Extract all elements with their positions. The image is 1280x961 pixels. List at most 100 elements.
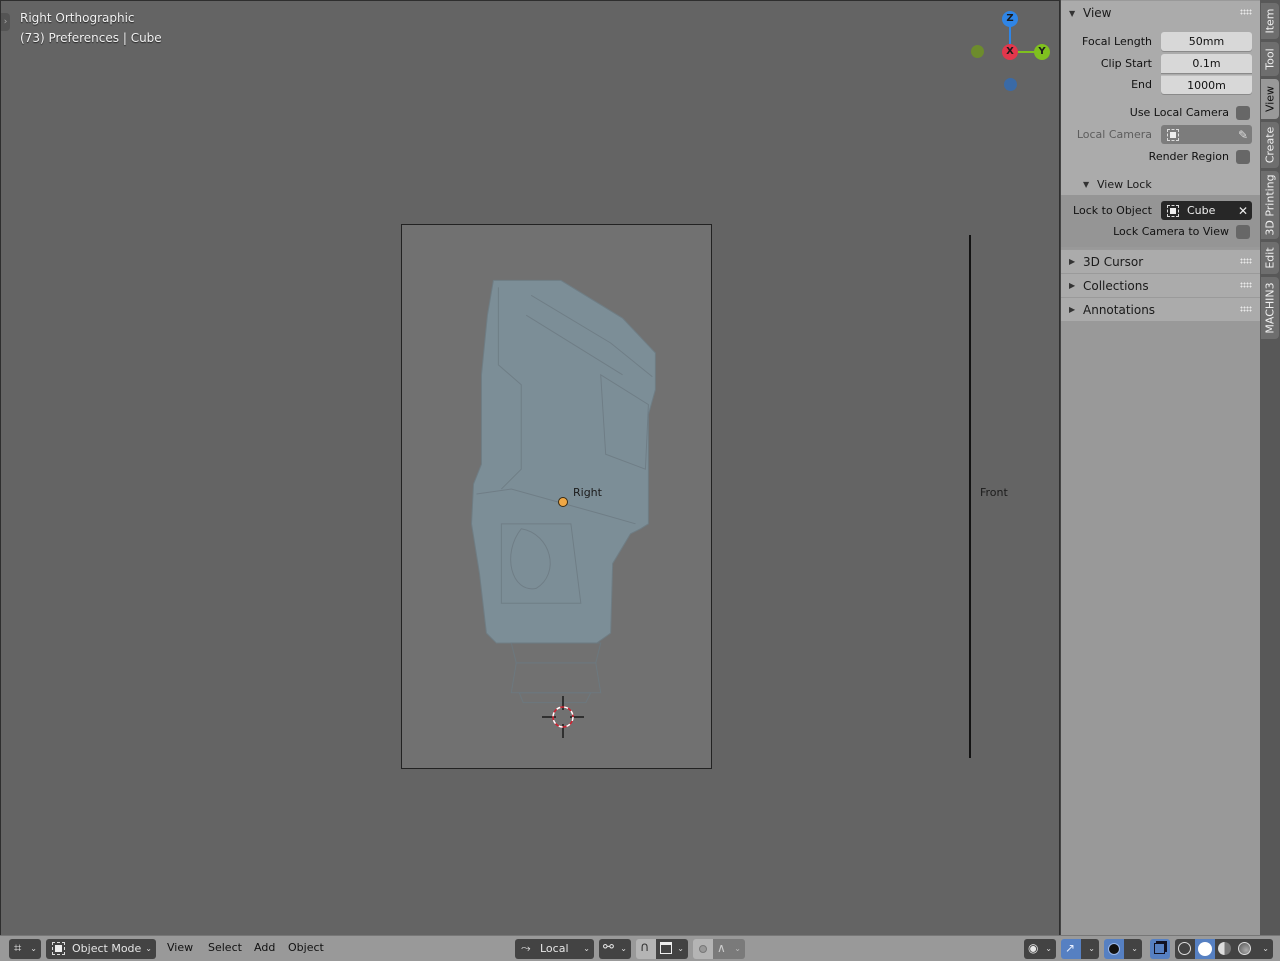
object-icon <box>1167 128 1179 141</box>
transform-orientation-dropdown[interactable]: ⤳ Local ⌄ <box>515 939 594 959</box>
panel-title: 3D Cursor <box>1083 254 1144 269</box>
chevron-down-icon: ⌄ <box>583 944 590 953</box>
drag-grip-icon[interactable] <box>1240 9 1252 15</box>
mode-dropdown[interactable]: Object Mode ⌄ <box>46 939 156 959</box>
gizmo-z-axis[interactable]: Z <box>1002 11 1018 27</box>
3d-cursor-icon[interactable] <box>542 696 584 738</box>
clip-start-field[interactable]: 0.1m <box>1161 54 1252 73</box>
tab-edit[interactable]: Edit <box>1261 242 1279 274</box>
drag-grip-icon[interactable] <box>1240 306 1252 312</box>
drag-grip-icon[interactable] <box>1240 258 1252 264</box>
tab-tool[interactable]: Tool <box>1261 42 1279 76</box>
lock-camera-checkbox[interactable] <box>1236 224 1250 239</box>
eye-pointer-icon: ◉ <box>1028 941 1039 955</box>
lock-to-object-row: Lock to Object Cube ✕ <box>1061 200 1260 221</box>
tab-machin3[interactable]: MACHIN3 <box>1261 277 1279 339</box>
toolbar-toggle-button[interactable]: › <box>1 13 10 31</box>
tab-label: Create <box>1263 126 1277 164</box>
panel-title: Annotations <box>1083 302 1156 317</box>
magnet-icon: ∩ <box>640 940 650 955</box>
gizmo-y-axis[interactable]: Y <box>1034 44 1050 60</box>
focal-length-field[interactable]: 50mm <box>1161 32 1252 51</box>
panel-title: Collections <box>1083 278 1149 293</box>
camera-frame <box>401 224 712 769</box>
xray-icon <box>1154 943 1165 954</box>
view-panel-header[interactable]: ▼ View <box>1061 1 1260 25</box>
snap-target-dropdown[interactable]: ⌄ <box>656 939 688 959</box>
menu-select[interactable]: Select <box>208 941 242 954</box>
panel-collections[interactable]: ▶ Collections <box>1061 273 1260 297</box>
render-region-checkbox[interactable] <box>1236 149 1250 164</box>
panel-annotations[interactable]: ▶ Annotations <box>1061 297 1260 321</box>
camera-origin-icon[interactable] <box>558 497 568 507</box>
overlay-dropdown[interactable]: ⌄ <box>1124 939 1142 959</box>
rendered-sphere-icon <box>1238 942 1251 955</box>
view-name: Right Orthographic <box>20 11 135 25</box>
lock-to-object-field[interactable]: Cube ✕ <box>1161 201 1252 220</box>
frame-object-info: (73) Preferences | Cube <box>20 31 162 45</box>
chevron-down-icon: ⌄ <box>1045 944 1052 953</box>
navigation-gizmo[interactable]: Z X Y <box>961 6 1056 101</box>
clip-end-label: End <box>1131 78 1152 91</box>
expand-right-icon: ▶ <box>1069 305 1076 314</box>
pivot-point-dropdown[interactable]: ⚯ ⌄ <box>599 939 631 959</box>
clip-start-label: Clip Start <box>1100 57 1152 70</box>
use-local-camera-label: Use Local Camera <box>1129 106 1229 119</box>
menu-add[interactable]: Add <box>254 941 275 954</box>
proportional-edit-toggle[interactable] <box>693 939 713 959</box>
tab-label: MACHIN3 <box>1263 282 1277 334</box>
local-camera-field[interactable]: ✎ <box>1161 125 1252 144</box>
tab-label: Item <box>1263 8 1277 34</box>
shading-dropdown[interactable]: ⌄ <box>1255 939 1273 959</box>
snap-toggle[interactable]: ∩ <box>636 939 656 959</box>
overlay-toggle[interactable] <box>1104 939 1124 959</box>
tab-item[interactable]: Item <box>1261 3 1279 39</box>
tab-view[interactable]: View <box>1261 79 1279 119</box>
sidebar-tabs: Item Tool View Create 3D Printing Edit M… <box>1260 0 1280 935</box>
menu-object[interactable]: Object <box>288 941 324 954</box>
gizmo-neg-y-icon[interactable] <box>971 45 984 58</box>
material-sphere-icon <box>1218 942 1231 955</box>
lock-to-object-label: Lock to Object <box>1073 204 1152 217</box>
3d-viewport[interactable]: › Right Orthographic (73) Preferences | … <box>0 0 1060 935</box>
view-lock-header[interactable]: ▼ View Lock <box>1061 173 1260 195</box>
tab-label: View <box>1263 85 1277 113</box>
object-mode-icon <box>52 942 65 955</box>
eyedropper-icon[interactable]: ✎ <box>1238 128 1248 142</box>
gizmo-neg-z-icon[interactable] <box>1004 78 1017 91</box>
chevron-down-icon: ⌄ <box>30 944 37 953</box>
orientation-icon: ⤳ <box>521 941 531 955</box>
clip-end-field[interactable]: 1000m <box>1161 75 1252 94</box>
solid-sphere-icon <box>1198 942 1212 956</box>
editor-type-button[interactable]: ⌗ ⌄ <box>9 939 41 959</box>
tab-3d-printing[interactable]: 3D Printing <box>1261 171 1279 239</box>
chevron-down-icon: ⌄ <box>677 944 684 953</box>
falloff-dropdown[interactable]: ∧ ⌄ <box>713 939 745 959</box>
falloff-curve-icon: ∧ <box>717 941 726 955</box>
tab-create[interactable]: Create <box>1261 122 1279 168</box>
menu-view[interactable]: View <box>167 941 193 954</box>
lock-to-object-value: Cube <box>1187 204 1216 217</box>
expand-right-icon: ▶ <box>1069 281 1076 290</box>
shading-rendered-button[interactable] <box>1235 939 1255 959</box>
visibility-dropdown[interactable]: ◉ ⌄ <box>1024 939 1056 959</box>
gizmo-toggle[interactable]: ↗ <box>1061 939 1081 959</box>
camera-label: Right <box>573 486 602 499</box>
gizmo-dropdown[interactable]: ⌄ <box>1081 939 1099 959</box>
wireframe-sphere-icon <box>1178 942 1191 955</box>
local-camera-label: Local Camera <box>1076 128 1152 141</box>
clip-end-row: End 1000m <box>1061 74 1260 95</box>
gizmo-x-axis[interactable]: X <box>1002 44 1018 60</box>
expand-down-icon: ▼ <box>1069 8 1076 18</box>
shading-material-button[interactable] <box>1215 939 1235 959</box>
shading-wireframe-button[interactable] <box>1175 939 1195 959</box>
shading-solid-button[interactable] <box>1195 939 1215 959</box>
clear-x-icon[interactable]: ✕ <box>1238 204 1248 218</box>
panel-3d-cursor[interactable]: ▶ 3D Cursor <box>1061 249 1260 273</box>
render-region-label: Render Region <box>1148 150 1229 163</box>
lock-camera-label: Lock Camera to View <box>1113 225 1229 238</box>
xray-toggle[interactable] <box>1150 939 1170 959</box>
overlay-icon <box>1108 943 1120 955</box>
drag-grip-icon[interactable] <box>1240 282 1252 288</box>
use-local-camera-checkbox[interactable] <box>1236 105 1250 120</box>
